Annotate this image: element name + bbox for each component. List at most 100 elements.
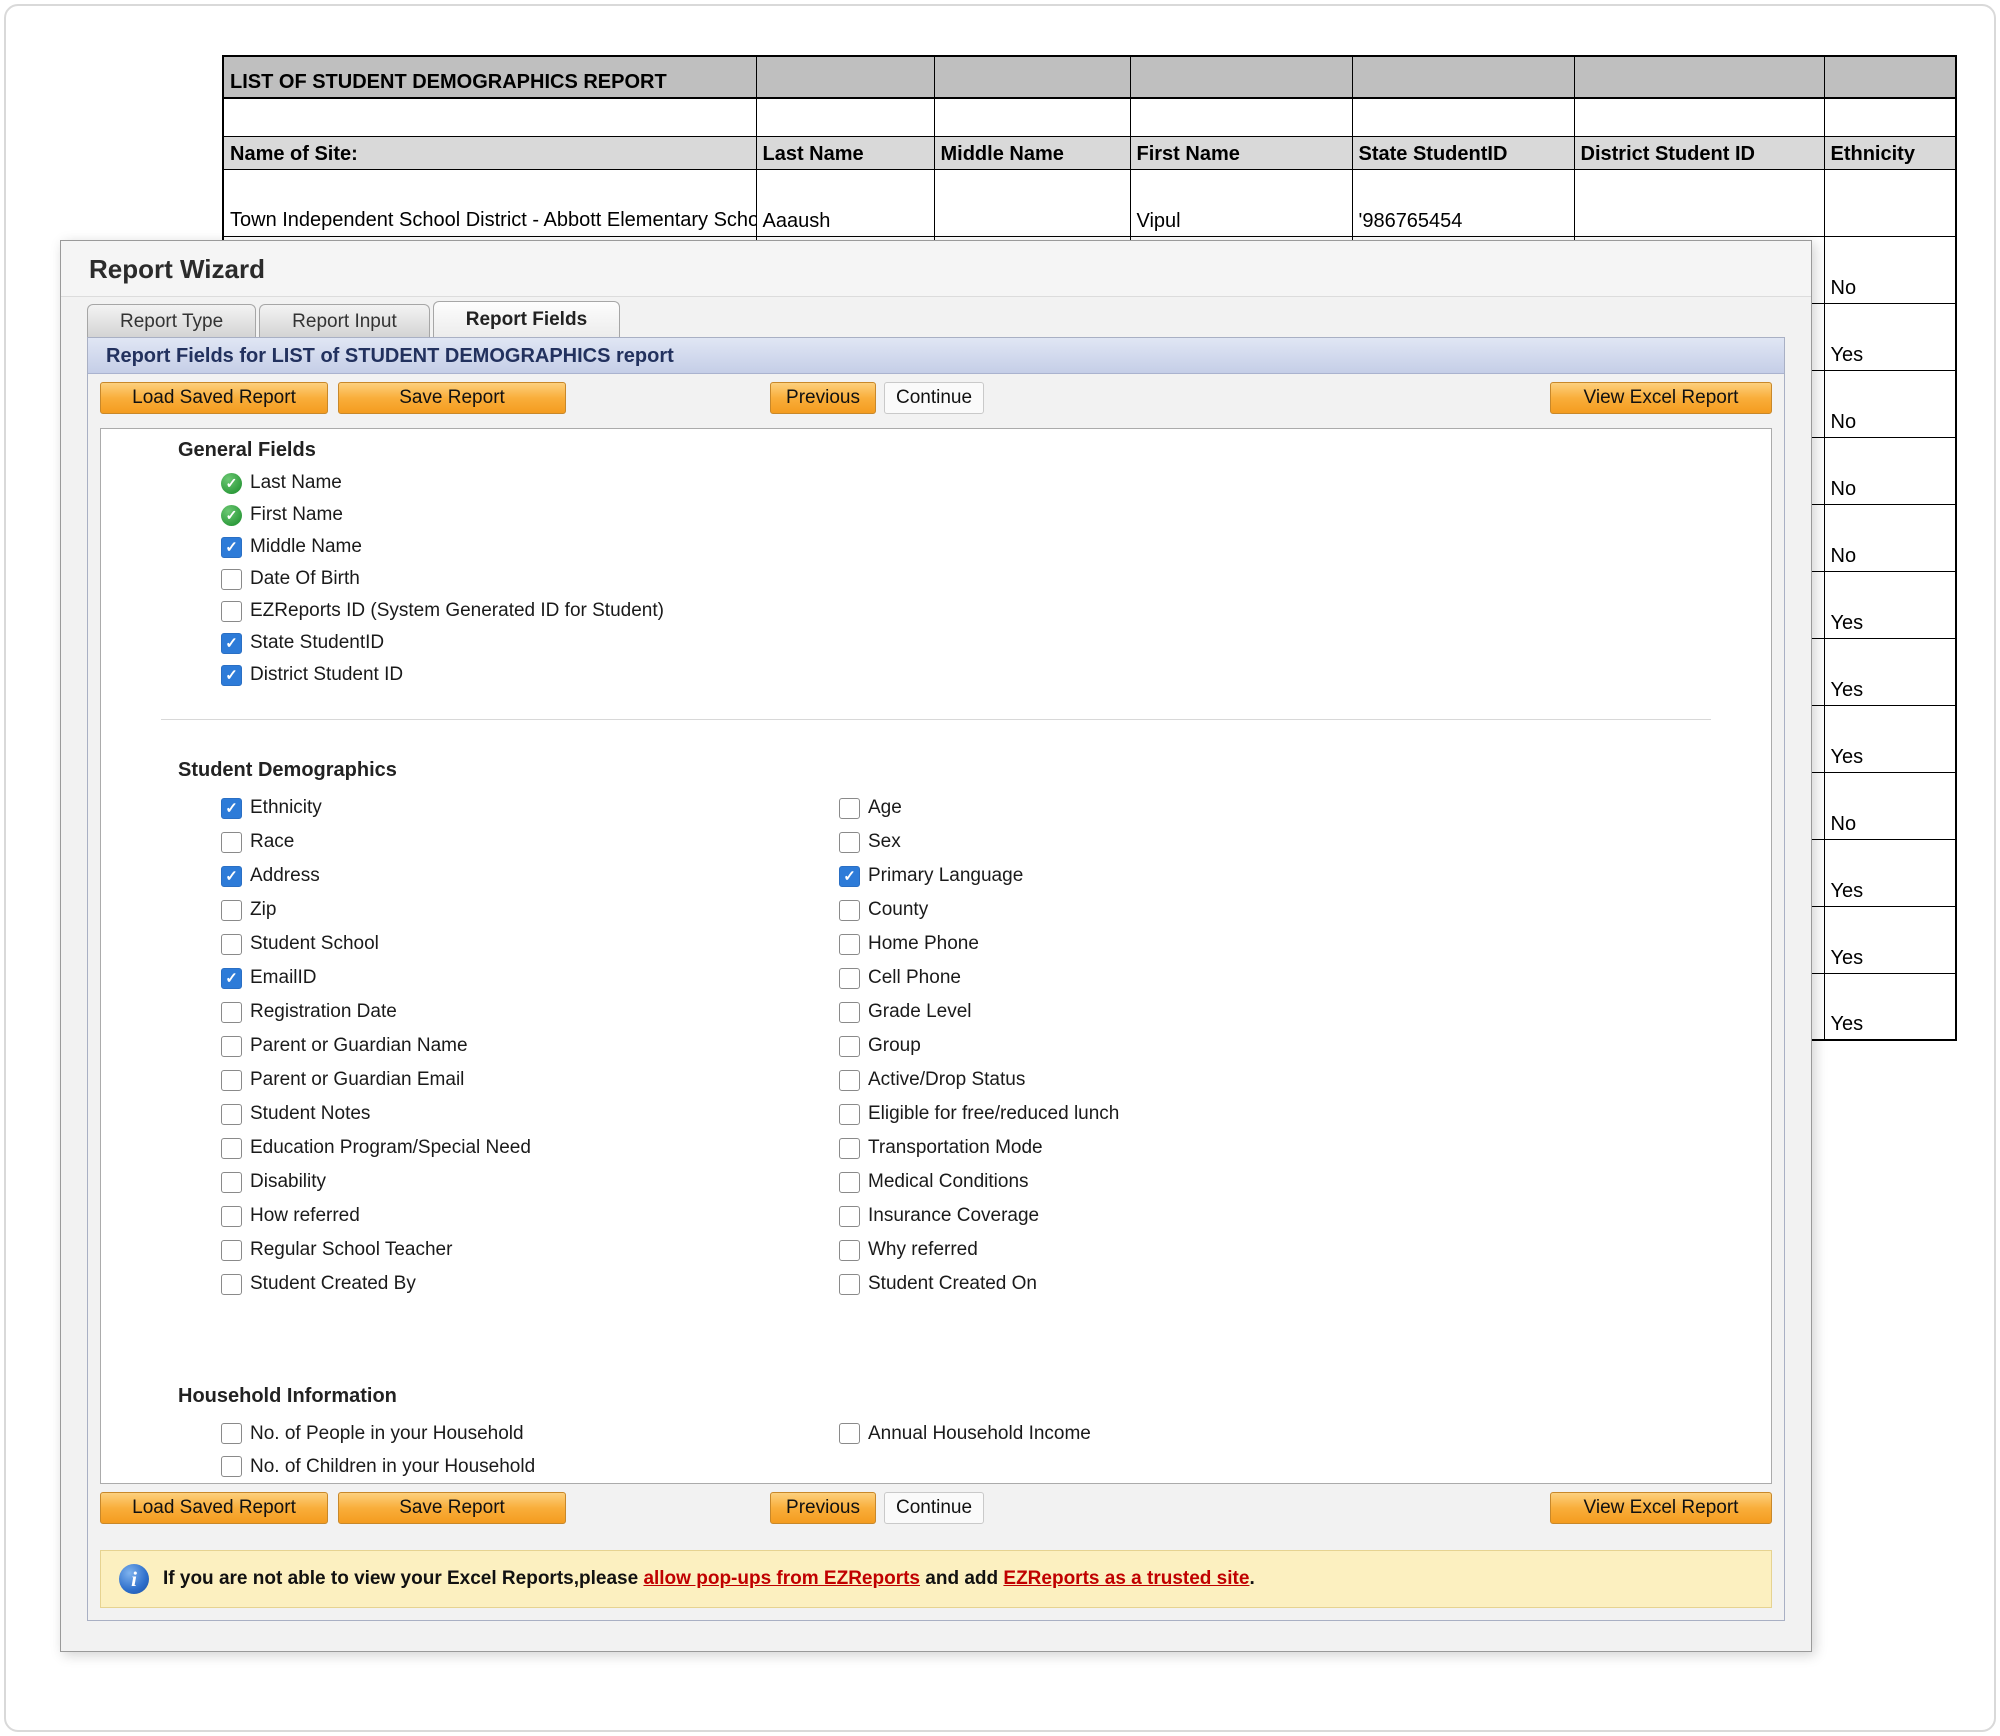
checkbox-unchecked[interactable]: [839, 1240, 860, 1261]
field-row: Grade Level: [839, 995, 1119, 1029]
checkbox-unchecked[interactable]: [839, 1423, 860, 1444]
field-row: Home Phone: [839, 927, 1119, 961]
field-label: Student School: [250, 933, 379, 955]
field-label: Age: [868, 797, 902, 819]
save-report-button[interactable]: Save Report: [338, 382, 566, 414]
checkbox-unchecked[interactable]: [221, 601, 242, 622]
checkbox-unchecked[interactable]: [839, 1138, 860, 1159]
checkbox-unchecked[interactable]: [221, 1104, 242, 1125]
field-label: Cell Phone: [868, 967, 961, 989]
checkbox-unchecked[interactable]: [839, 1036, 860, 1057]
field-row: ✓Last Name: [221, 467, 664, 499]
checkbox-checked[interactable]: ✓: [221, 798, 242, 819]
checkbox-unchecked[interactable]: [221, 1423, 242, 1444]
checkbox-unchecked[interactable]: [221, 1240, 242, 1261]
checkbox-unchecked[interactable]: [839, 1206, 860, 1227]
field-label: Address: [250, 865, 320, 887]
checkbox-unchecked[interactable]: [839, 968, 860, 989]
checkbox-unchecked[interactable]: [839, 1002, 860, 1023]
tab-report-type[interactable]: Report Type: [87, 304, 256, 337]
checkbox-unchecked[interactable]: [221, 934, 242, 955]
ethnicity-cell: No: [1824, 370, 1956, 437]
field-label: District Student ID: [250, 664, 403, 686]
continue-button[interactable]: Continue: [884, 382, 984, 414]
field-label: Insurance Coverage: [868, 1205, 1039, 1227]
checkbox-unchecked[interactable]: [839, 1104, 860, 1125]
field-label: Grade Level: [868, 1001, 972, 1023]
view-excel-report-button[interactable]: View Excel Report: [1550, 382, 1772, 414]
report-wizard-dialog: Report Wizard Report Type Report Input R…: [60, 240, 1812, 1652]
checkbox-unchecked[interactable]: [221, 569, 242, 590]
field-row: ✓ Address: [221, 859, 531, 893]
field-row: Group: [839, 1029, 1119, 1063]
field-label: Disability: [250, 1171, 326, 1193]
load-saved-report-button[interactable]: Load Saved Report: [100, 382, 328, 414]
field-row: EZReports ID (System Generated ID for St…: [221, 595, 664, 627]
view-excel-report-button[interactable]: View Excel Report: [1550, 1492, 1772, 1524]
previous-button[interactable]: Previous: [770, 382, 876, 414]
checkbox-checked[interactable]: ✓: [221, 633, 242, 654]
checkbox-checked[interactable]: ✓: [221, 665, 242, 686]
checkbox-unchecked[interactable]: [221, 1206, 242, 1227]
checkbox-unchecked[interactable]: [221, 1172, 242, 1193]
field-row: Why referred: [839, 1233, 1119, 1267]
save-report-button[interactable]: Save Report: [338, 1492, 566, 1524]
field-row: No. of People in your Household: [221, 1417, 535, 1450]
load-saved-report-button[interactable]: Load Saved Report: [100, 1492, 328, 1524]
checkbox-checked[interactable]: ✓: [839, 866, 860, 887]
field-label: EmailID: [250, 967, 317, 989]
field-row: Student Notes: [221, 1097, 531, 1131]
checkbox-unchecked[interactable]: [221, 1036, 242, 1057]
checkbox-unchecked[interactable]: [221, 1138, 242, 1159]
field-row: Parent or Guardian Email: [221, 1063, 531, 1097]
field-row: Education Program/Special Need: [221, 1131, 531, 1165]
report-title-cell: LIST OF STUDENT DEMOGRAPHICS REPORT: [223, 56, 756, 98]
checkbox-unchecked[interactable]: [839, 1172, 860, 1193]
wizard-tabs: Report Type Report Input Report Fields: [61, 297, 1811, 337]
field-row: Cell Phone: [839, 961, 1119, 995]
field-label: How referred: [250, 1205, 360, 1227]
info-icon: i: [119, 1564, 149, 1594]
dialog-title: Report Wizard: [61, 241, 1811, 297]
field-label: Education Program/Special Need: [250, 1137, 531, 1159]
ethnicity-cell: Yes: [1824, 303, 1956, 370]
field-label: Annual Household Income: [868, 1423, 1091, 1445]
wizard-body: Report Fields for LIST of STUDENT DEMOGR…: [87, 337, 1785, 1621]
field-label: Race: [250, 831, 294, 853]
field-label: Parent or Guardian Name: [250, 1035, 468, 1057]
allow-popups-link[interactable]: allow pop-ups from EZReports: [643, 1568, 920, 1589]
tab-report-fields[interactable]: Report Fields: [433, 301, 620, 337]
checkbox-unchecked[interactable]: [839, 832, 860, 853]
checkbox-checked[interactable]: ✓: [221, 537, 242, 558]
info-text: If you are not able to view your Excel R…: [163, 1568, 1255, 1590]
trusted-site-link[interactable]: EZReports as a trusted site: [1003, 1568, 1249, 1589]
checkbox-unchecked[interactable]: [221, 1456, 242, 1477]
field-label: EZReports ID (System Generated ID for St…: [250, 600, 664, 622]
checkbox-unchecked[interactable]: [221, 832, 242, 853]
checkbox-unchecked[interactable]: [221, 1274, 242, 1295]
field-row: Sex: [839, 825, 1119, 859]
field-row: ✓ EmailID: [221, 961, 531, 995]
checkbox-unchecked[interactable]: [221, 1070, 242, 1091]
checkbox-checked[interactable]: ✓: [221, 968, 242, 989]
ethnicity-cell: Yes: [1824, 973, 1956, 1040]
field-row: Date Of Birth: [221, 563, 664, 595]
previous-button[interactable]: Previous: [770, 1492, 876, 1524]
col-last-name: Last Name: [756, 136, 934, 169]
demographics-list-left: ✓EthnicityRace✓AddressZipStudent School✓…: [221, 791, 531, 1301]
col-name-of-site: Name of Site:: [223, 136, 756, 169]
checkbox-unchecked[interactable]: [839, 1274, 860, 1295]
checkbox-unchecked[interactable]: [839, 934, 860, 955]
field-row: ✓Ethnicity: [221, 791, 531, 825]
checkbox-checked[interactable]: ✓: [221, 866, 242, 887]
checkbox-unchecked[interactable]: [839, 798, 860, 819]
checkbox-unchecked[interactable]: [221, 1002, 242, 1023]
checkbox-unchecked[interactable]: [839, 900, 860, 921]
tab-report-input[interactable]: Report Input: [259, 304, 430, 337]
checkbox-unchecked[interactable]: [221, 900, 242, 921]
middle-name-cell: [934, 169, 1130, 236]
continue-button[interactable]: Continue: [884, 1492, 984, 1524]
checkbox-unchecked[interactable]: [839, 1070, 860, 1091]
last-name-cell: Aaaush: [756, 169, 934, 236]
ethnicity-cell: [1824, 169, 1956, 236]
